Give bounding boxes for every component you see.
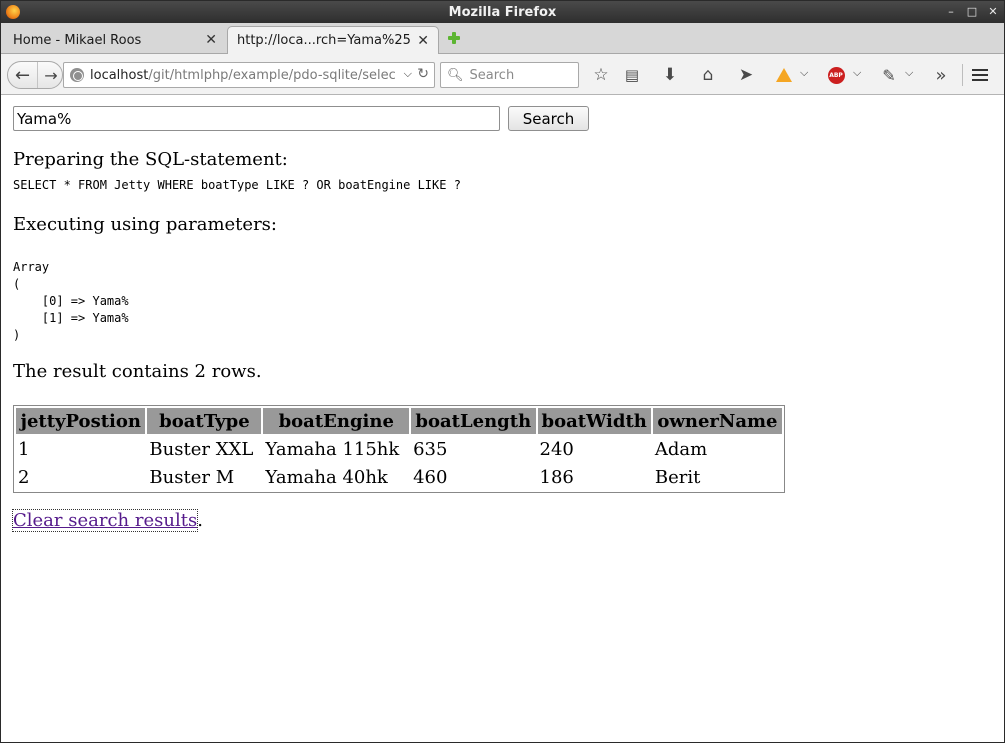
table-cell: 1 (18, 438, 30, 460)
bookmark-star-icon[interactable]: ☆ (590, 64, 612, 86)
clear-suffix: . (197, 510, 203, 531)
adblock-icon[interactable]: ABP (825, 64, 847, 86)
url-path: /git/htmlphp/example/pdo-sqlite/selec (148, 67, 396, 83)
home-icon[interactable]: ⌂ (697, 64, 719, 86)
tab-current[interactable]: http://loca...rch=Yama%25 ✕ (227, 26, 439, 54)
parameters-dump: Array ( [0] => Yama% [1] => Yama% ) (13, 260, 129, 342)
table-header-row: jettyPostion boatType boatEngine boatLen… (16, 408, 782, 434)
tab-strip: Home - Mikael Roos ✕ http://loca...rch=Y… (1, 23, 1004, 54)
column-header: boatLength (411, 408, 536, 434)
column-header: boatWidth (537, 408, 651, 434)
tab-home[interactable]: Home - Mikael Roos ✕ (1, 26, 226, 54)
tab-label: http://loca...rch=Yama%25 (237, 33, 411, 48)
browser-window: Mozilla Firefox – □ ✕ Home - Mikael Roos… (0, 0, 1005, 743)
page-content: Search Preparing the SQL-statement: SELE… (1, 96, 1004, 742)
toolbar-separator (962, 64, 963, 86)
title-bar: Mozilla Firefox – □ ✕ (1, 1, 1004, 23)
reload-icon[interactable]: ↻ (417, 66, 429, 82)
search-placeholder: Search (469, 67, 515, 83)
url-host: localhost (90, 67, 149, 83)
tab-label: Home - Mikael Roos (13, 32, 142, 48)
clear-line: Clear search results. (11, 509, 203, 532)
table-cell: Adam (654, 438, 708, 460)
close-window-icon[interactable]: ✕ (988, 3, 998, 19)
hamburger-menu-icon[interactable] (972, 64, 994, 86)
column-header: jettyPostion (16, 408, 146, 434)
table-cell: Berit (654, 466, 701, 488)
table-cell: 186 (539, 466, 574, 488)
reading-list-icon[interactable]: ▤ (621, 64, 643, 86)
table-cell: Yamaha 40hk (265, 466, 388, 488)
table-row: 2 Buster M Yamaha 40hk 460 186 Berit (16, 464, 782, 490)
window-controls: – □ ✕ (946, 3, 998, 19)
column-header: ownerName (652, 408, 782, 434)
url-history-dropdown-icon[interactable]: ⌵ (404, 67, 412, 81)
firefox-icon (6, 5, 20, 19)
send-icon[interactable]: ➤ (735, 64, 757, 86)
clear-search-link[interactable]: Clear search results (11, 509, 199, 532)
adblock-dropdown-icon[interactable]: ⌵ (853, 66, 861, 80)
search-input[interactable] (13, 106, 500, 131)
web-developer-dropdown-icon[interactable]: ⌵ (800, 66, 808, 80)
new-tab-icon[interactable] (447, 31, 461, 45)
search-icon: 🔍︎ (447, 67, 464, 83)
back-forward-group: ← → (7, 61, 63, 89)
column-header: boatType (147, 408, 262, 434)
overflow-chevron-icon[interactable]: » (930, 64, 952, 86)
table-row: 1 Buster XXL Yamaha 115hk 635 240 Adam (16, 436, 782, 462)
table-cell: 635 (413, 438, 448, 460)
table-cell: 240 (539, 438, 574, 460)
eyedropper-dropdown-icon[interactable]: ⌵ (905, 66, 913, 80)
search-button[interactable]: Search (508, 106, 589, 131)
column-header: boatEngine (263, 408, 410, 434)
sql-statement: SELECT * FROM Jetty WHERE boatType LIKE … (13, 178, 461, 192)
table-cell: Buster M (149, 466, 235, 488)
close-tab-icon[interactable]: ✕ (205, 32, 217, 48)
table-cell: Buster XXL (149, 438, 254, 460)
navigation-toolbar: ← → localhost /git/htmlphp/example/pdo-s… (1, 54, 1004, 95)
downloads-icon[interactable]: ⬇ (659, 64, 681, 86)
search-bar[interactable]: 🔍︎ Search (440, 62, 579, 88)
maximize-icon[interactable]: □ (967, 3, 977, 19)
url-bar[interactable]: localhost /git/htmlphp/example/pdo-sqlit… (63, 62, 435, 88)
close-tab-icon[interactable]: ✕ (417, 33, 429, 49)
result-summary: The result contains 2 rows. (13, 361, 262, 382)
forward-arrow-icon[interactable]: → (39, 62, 63, 88)
table-cell: Yamaha 115hk (265, 438, 400, 460)
web-developer-icon[interactable] (773, 64, 795, 86)
table-cell: 460 (413, 466, 448, 488)
minimize-icon[interactable]: – (946, 3, 956, 19)
site-identity-icon[interactable] (70, 68, 84, 82)
eyedropper-icon[interactable]: ✎ (878, 64, 900, 86)
table-cell: 2 (18, 466, 30, 488)
back-arrow-icon[interactable]: ← (8, 62, 38, 88)
window-title: Mozilla Firefox (448, 4, 557, 20)
result-table: jettyPostion boatType boatEngine boatLen… (13, 405, 785, 493)
executing-heading: Executing using parameters: (13, 214, 277, 235)
preparing-heading: Preparing the SQL-statement: (13, 149, 288, 170)
